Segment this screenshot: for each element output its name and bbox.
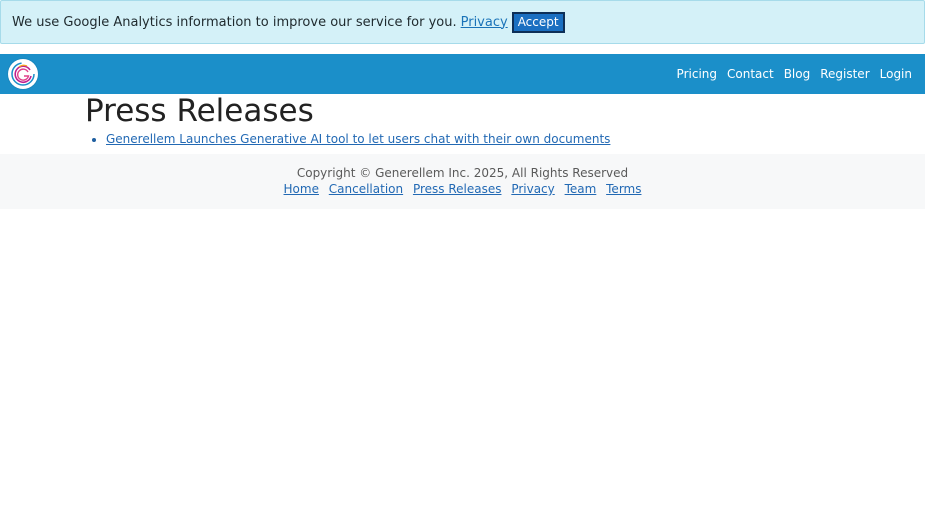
footer-link-home[interactable]: Home <box>284 182 319 196</box>
footer: Copyright © Generellem Inc. 2025, All Ri… <box>0 154 925 209</box>
cookie-message: We use Google Analytics information to i… <box>12 14 457 30</box>
cookie-privacy-link[interactable]: Privacy <box>461 15 508 30</box>
page-title: Press Releases <box>85 93 314 129</box>
press-release-link[interactable]: Generellem Launches Generative AI tool t… <box>106 132 610 146</box>
footer-link-privacy[interactable]: Privacy <box>511 182 554 196</box>
nav-link-pricing[interactable]: Pricing <box>677 67 717 81</box>
nav-links: Pricing Contact Blog Register Login <box>677 67 912 81</box>
footer-links: Home Cancellation Press Releases Privacy… <box>0 181 925 198</box>
generellem-logo-icon[interactable] <box>8 59 38 89</box>
footer-link-press-releases[interactable]: Press Releases <box>413 182 502 196</box>
footer-link-team[interactable]: Team <box>565 182 597 196</box>
nav-link-register[interactable]: Register <box>820 67 869 81</box>
press-release-list: Generellem Launches Generative AI tool t… <box>85 131 925 147</box>
nav-link-blog[interactable]: Blog <box>784 67 811 81</box>
main-content: Press Releases Generellem Launches Gener… <box>0 94 925 147</box>
footer-link-terms[interactable]: Terms <box>606 182 641 196</box>
accept-cookies-button[interactable]: Accept <box>511 11 565 33</box>
cookie-banner: We use Google Analytics information to i… <box>0 0 925 44</box>
copyright-text: Copyright © Generellem Inc. 2025, All Ri… <box>296 166 629 180</box>
top-navbar: Pricing Contact Blog Register Login <box>0 54 925 94</box>
list-item: Generellem Launches Generative AI tool t… <box>106 131 925 147</box>
nav-link-contact[interactable]: Contact <box>727 67 774 81</box>
footer-link-cancellation[interactable]: Cancellation <box>329 182 403 196</box>
nav-link-login[interactable]: Login <box>880 67 912 81</box>
